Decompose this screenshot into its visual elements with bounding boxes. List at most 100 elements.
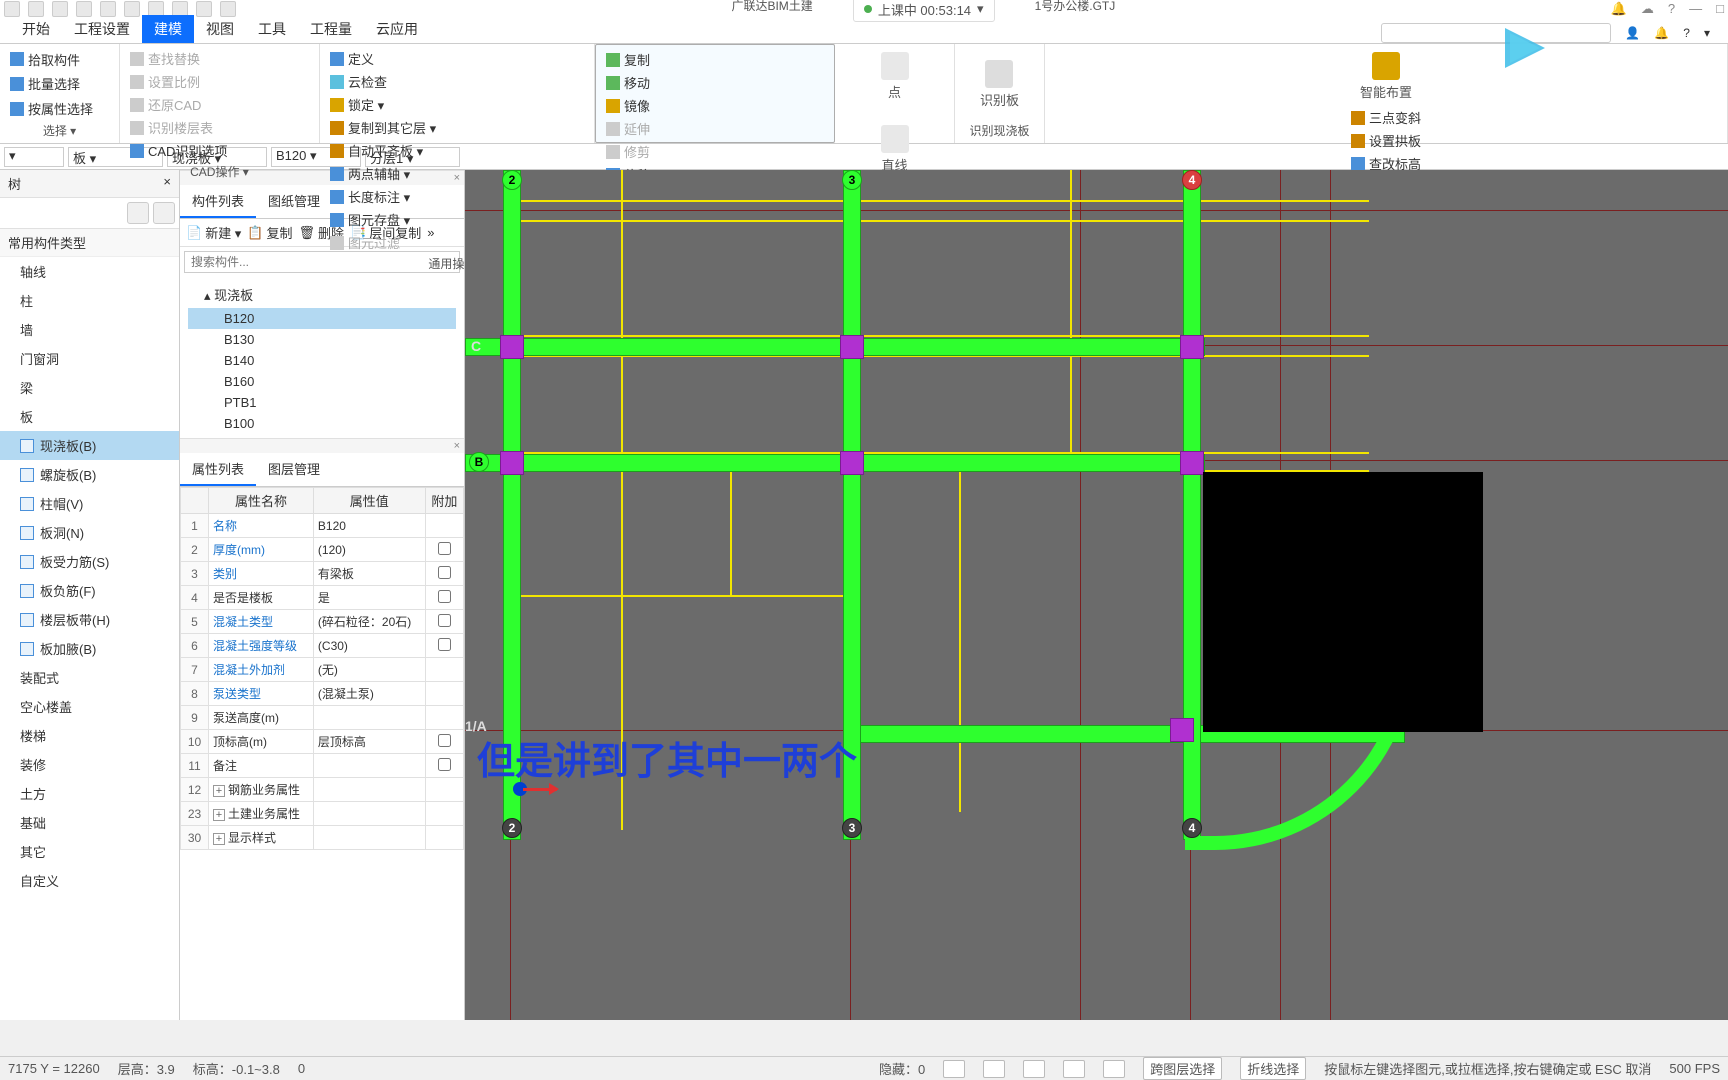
beam[interactable] [465,454,1205,472]
tab-property-list[interactable]: 属性列表 [180,453,256,486]
nav-item-column-cap[interactable]: 柱帽(V) [0,489,179,518]
tree-leaf-b130[interactable]: B130 [188,329,456,350]
tab-view[interactable]: 视图 [194,15,246,43]
nav-view-list-icon[interactable] [127,202,149,224]
prop-row[interactable]: 12+钢筋业务属性 [181,778,464,802]
beam[interactable] [465,338,1205,356]
tree-leaf-b160[interactable]: B160 [188,371,456,392]
prop-panel-close-button[interactable]: × [180,438,464,453]
new-button[interactable]: 📄 新建 ▾ [186,223,241,242]
mirror-button[interactable]: 镜像 [604,95,826,116]
prop-row[interactable]: 5混凝土类型(碎石粒径：20石) [181,610,464,634]
floor-select[interactable]: ▾ [4,147,64,167]
prop-row[interactable]: 2厚度(mm)(120) [181,538,464,562]
find-replace-button[interactable]: 查找替换 [128,48,311,69]
nav-item-other[interactable]: 其它 [0,837,179,866]
prop-row[interactable]: 10顶标高(m)层顶标高 [181,730,464,754]
set-scale-button[interactable]: 设置比例 [128,71,311,92]
prop-row[interactable]: 3类别有梁板 [181,562,464,586]
identify-slab-button[interactable]: 识别板 [972,56,1027,113]
prop-extra-checkbox[interactable] [438,758,451,771]
nav-item-wall[interactable]: 墙 [0,315,179,344]
minimize-icon[interactable]: — [1689,1,1702,17]
prop-row[interactable]: 7混凝土外加剂(无) [181,658,464,682]
auto-level-slab-button[interactable]: 自动平齐板 ▾ [328,140,586,161]
nav-item-cast-slab[interactable]: 现浇板(B) [0,431,179,460]
restore-cad-button[interactable]: 还原CAD [128,94,311,115]
tab-layer-management[interactable]: 图层管理 [256,453,332,486]
prop-extra-checkbox[interactable] [438,638,451,651]
column-node[interactable] [1180,335,1204,359]
group-label[interactable]: 选择 ▾ [8,120,111,139]
select-by-property-button[interactable]: 按属性选择 [8,98,111,119]
tab-start[interactable]: 开始 [10,15,62,43]
tab-modeling[interactable]: 建模 [142,15,194,43]
prop-extra-checkbox[interactable] [438,614,451,627]
tab-quantities[interactable]: 工程量 [298,15,364,43]
tab-tools[interactable]: 工具 [246,15,298,43]
nav-item-hollow-floor[interactable]: 空心楼盖 [0,692,179,721]
maximize-icon[interactable]: □ [1716,1,1724,17]
column-node[interactable] [840,451,864,475]
prop-row[interactable]: 4是否是楼板是 [181,586,464,610]
status-toggle-icon[interactable] [1103,1060,1125,1078]
drawing-canvas[interactable]: 2 3 4 2 3 4 C B 1/A 但是讲到了其中一两个 ↖ [465,170,1728,1020]
cross-layer-select-button[interactable]: 跨图层选择 [1143,1057,1222,1080]
column-node[interactable] [1180,451,1204,475]
pick-component-button[interactable]: 拾取构件 [8,49,111,70]
status-toggle-icon[interactable] [943,1060,965,1078]
prop-row[interactable]: 23+土建业务属性 [181,802,464,826]
extend-button[interactable]: 延伸 [604,118,826,139]
live-indicator[interactable]: 上课中 00:53:14 ▾ [853,0,995,22]
nav-item-slab-haunch[interactable]: 板加腋(B) [0,634,179,663]
chevron-down-icon[interactable]: ▾ [1704,26,1710,40]
prop-row[interactable]: 6混凝土强度等级(C30) [181,634,464,658]
nav-item-foundation[interactable]: 基础 [0,808,179,837]
identify-floor-table-button[interactable]: 识别楼层表 [128,117,311,138]
lock-button[interactable]: 锁定 ▾ [328,94,586,115]
tree-leaf-b140[interactable]: B140 [188,350,456,371]
tab-project-settings[interactable]: 工程设置 [62,15,142,43]
prop-row[interactable]: 8泵送类型(混凝土泵) [181,682,464,706]
nav-view-grid-icon[interactable] [153,202,175,224]
prop-extra-checkbox[interactable] [438,734,451,747]
nav-item-earthwork[interactable]: 土方 [0,779,179,808]
smart-layout-button[interactable]: 智能布置 [1352,48,1420,105]
cad-identify-options-button[interactable]: CAD识别选项 [128,140,311,161]
nav-item-beam[interactable]: 梁 [0,373,179,402]
prop-row[interactable]: 11备注 [181,754,464,778]
nav-item-slab-opening[interactable]: 板洞(N) [0,518,179,547]
nav-item-custom[interactable]: 自定义 [0,866,179,895]
column-node[interactable] [500,451,524,475]
nav-item-spiral-slab[interactable]: 螺旋板(B) [0,460,179,489]
bell-icon[interactable]: 🔔 [1611,1,1627,17]
cloud-check-button[interactable]: 云检查 [328,71,586,92]
set-arch-slab-button[interactable]: 设置拱板 [1349,130,1423,151]
user-icon[interactable]: 👤 [1625,26,1640,40]
prop-extra-checkbox[interactable] [438,542,451,555]
nav-item-stairs[interactable]: 楼梯 [0,721,179,750]
nav-item-axis[interactable]: 轴线 [0,257,179,286]
batch-select-button[interactable]: 批量选择 [8,73,111,94]
tab-component-list[interactable]: 构件列表 [180,185,256,218]
status-toggle-icon[interactable] [1023,1060,1045,1078]
polyline-select-button[interactable]: 折线选择 [1240,1057,1306,1080]
prop-row[interactable]: 30+显示样式 [181,826,464,850]
column-node[interactable] [500,335,524,359]
trim-button[interactable]: 修剪 [604,141,826,162]
copy-button[interactable]: 📋 复制 [247,223,292,242]
notify-icon[interactable]: 🔔 [1654,26,1669,40]
tree-leaf-ptb1[interactable]: PTB1 [188,392,456,413]
nav-item-slab-neg-rebar[interactable]: 板负筋(F) [0,576,179,605]
three-point-slope-button[interactable]: 三点变斜 [1349,107,1423,128]
tab-drawing-management[interactable]: 图纸管理 [256,185,332,218]
prop-extra-checkbox[interactable] [438,590,451,603]
tree-root[interactable]: ▴ 现浇板 [188,281,456,308]
point-button[interactable]: 点 [873,48,917,105]
nav-item-column[interactable]: 柱 [0,286,179,315]
define-button[interactable]: 定义 [328,48,586,69]
tree-leaf-b100[interactable]: B100 [188,413,456,434]
prop-extra-checkbox[interactable] [438,566,451,579]
column-node[interactable] [840,335,864,359]
copy-to-other-floor-button[interactable]: 复制到其它层 ▾ [328,117,586,138]
